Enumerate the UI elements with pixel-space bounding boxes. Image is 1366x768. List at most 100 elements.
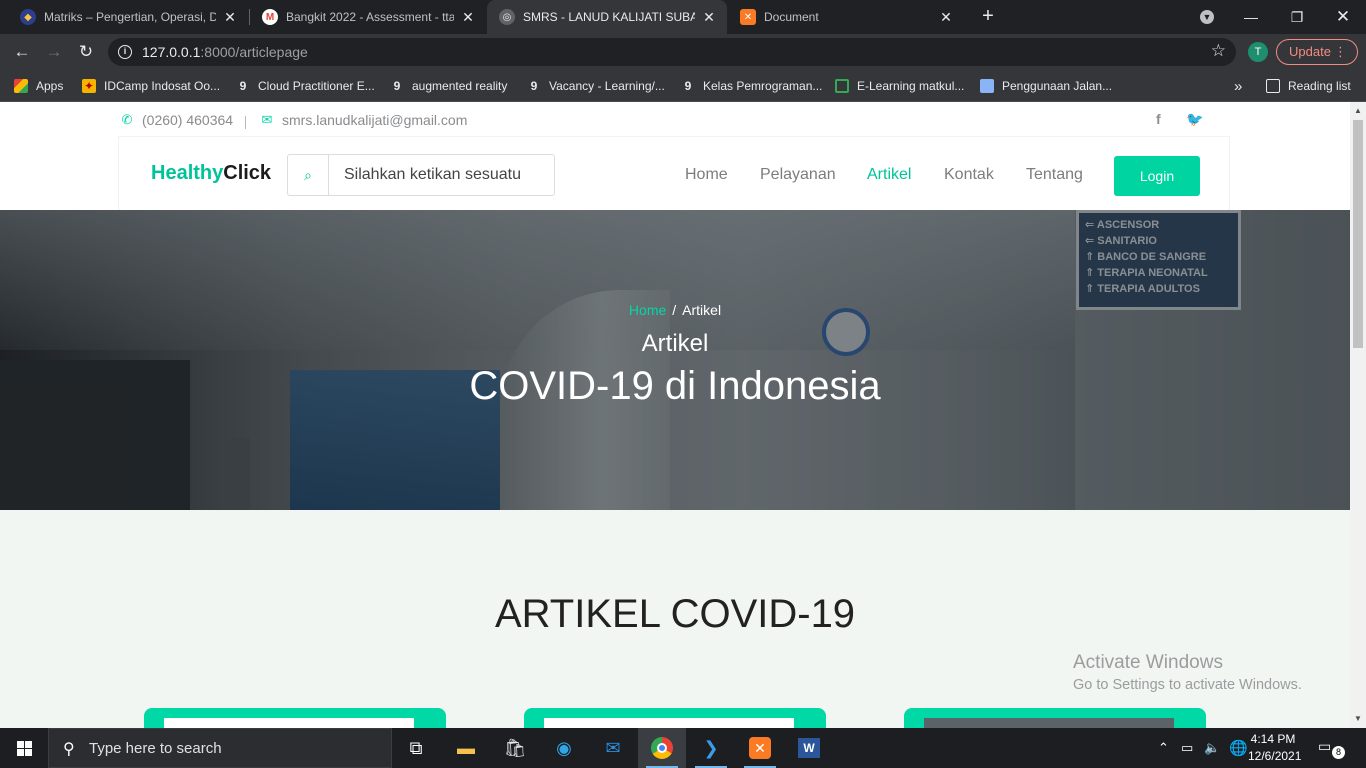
close-tab-icon[interactable]: ✕ bbox=[460, 9, 476, 26]
clock-time: 4:14 PM bbox=[1250, 732, 1296, 746]
task-view-icon[interactable]: ⧉ bbox=[392, 728, 440, 768]
restore-button[interactable]: ❐ bbox=[1274, 0, 1320, 34]
bookmark-label: Vacancy - Learning/... bbox=[549, 79, 665, 93]
close-window-button[interactable]: ✕ bbox=[1320, 0, 1366, 34]
tray-overflow-icon[interactable]: ⌃ bbox=[1158, 728, 1169, 768]
bookmark-label: Penggunaan Jalan... bbox=[1002, 79, 1113, 93]
volume-icon[interactable]: 🔈 bbox=[1204, 728, 1220, 768]
back-arrow-icon[interactable]: ← bbox=[10, 40, 34, 64]
breadcrumb: Home / Artikel bbox=[0, 302, 1350, 318]
page-viewport: ✆ (0260) 460364 ✉ smrs.lanudkalijati@gma… bbox=[0, 102, 1350, 728]
bookmark-kelas[interactable]: 9 Kelas Pemrograman... bbox=[681, 78, 823, 94]
scroll-down-icon[interactable]: ▼ bbox=[1354, 714, 1362, 723]
facebook-icon[interactable]: f bbox=[1156, 111, 1161, 127]
bookmark-ar[interactable]: 9 augmented reality bbox=[390, 78, 508, 94]
file-explorer-icon[interactable]: ▬ bbox=[442, 728, 490, 768]
hero-banner: ⇐ ASCENSOR ⇐ SANITARIO ⇑ BANCO DE SANGRE… bbox=[0, 210, 1350, 510]
email-text: smrs.lanudkalijati@gmail.com bbox=[282, 112, 468, 128]
bookmark-star-icon[interactable]: ☆ bbox=[1211, 41, 1226, 61]
search-icon: ⚲ bbox=[63, 741, 75, 758]
brand-part1: Healthy bbox=[151, 162, 224, 184]
vscode-icon[interactable]: ❯ bbox=[687, 728, 735, 768]
dicoding-icon: 9 bbox=[239, 79, 247, 93]
url-text[interactable]: 127.0.0.1:8000/articlepage bbox=[142, 44, 308, 60]
brand-logo[interactable]: HealthyClick bbox=[151, 162, 271, 185]
edge-icon[interactable]: ◉ bbox=[540, 728, 588, 768]
apps-grid-icon bbox=[14, 79, 28, 93]
chrome-icon[interactable] bbox=[638, 728, 686, 768]
taskbar-search[interactable]: ⚲ Type here to search bbox=[48, 728, 392, 768]
tab-title: Matriks – Pengertian, Operasi, De bbox=[44, 10, 216, 24]
minimize-button[interactable]: ― bbox=[1228, 0, 1274, 34]
article-thumbnail bbox=[164, 718, 414, 728]
reload-icon[interactable]: ↻ bbox=[74, 40, 98, 64]
tab-title: Document bbox=[764, 10, 819, 24]
phone-icon: ✆ bbox=[121, 112, 133, 127]
nav-home[interactable]: Home bbox=[685, 166, 728, 184]
bookmark-idcamp[interactable]: ✦ IDCamp Indosat Oo... bbox=[82, 78, 220, 94]
close-tab-icon[interactable]: ✕ bbox=[222, 9, 238, 26]
start-button[interactable] bbox=[0, 728, 48, 768]
mail-icon[interactable]: ✉ bbox=[589, 728, 637, 768]
word-icon[interactable]: W bbox=[785, 728, 833, 768]
tab-bangkit[interactable]: M Bangkit 2022 - Assessment - ttan ✕ bbox=[250, 0, 486, 34]
more-bookmarks-icon[interactable]: » bbox=[1234, 78, 1242, 95]
windows-logo-icon bbox=[16, 740, 32, 756]
battery-icon[interactable]: ▭ bbox=[1181, 728, 1193, 768]
bookmark-label: Kelas Pemrograman... bbox=[703, 79, 823, 93]
site-info-icon[interactable]: i bbox=[118, 45, 132, 59]
gmail-icon: M bbox=[262, 9, 278, 25]
nav-pelayanan[interactable]: Pelayanan bbox=[760, 166, 836, 184]
tab-document[interactable]: ✕ Document ✕ bbox=[728, 0, 964, 34]
bookmark-vacancy[interactable]: 9 Vacancy - Learning/... bbox=[527, 78, 665, 94]
notification-icon[interactable]: ▭ 8 bbox=[1318, 738, 1346, 759]
xampp-icon: ✕ bbox=[740, 9, 756, 25]
update-button[interactable]: Update ⋮ bbox=[1276, 39, 1358, 65]
login-button[interactable]: Login bbox=[1114, 156, 1200, 196]
article-thumbnail bbox=[544, 718, 794, 728]
nav-artikel[interactable]: Artikel bbox=[867, 166, 911, 184]
article-card[interactable] bbox=[524, 708, 826, 728]
scroll-up-icon[interactable]: ▲ bbox=[1354, 106, 1362, 115]
article-card[interactable] bbox=[904, 708, 1206, 728]
tab-smrs[interactable]: ◎ SMRS - LANUD KALIJATI SUBANG ✕ bbox=[487, 0, 727, 34]
close-tab-icon[interactable]: ✕ bbox=[938, 9, 954, 26]
close-tab-icon[interactable]: ✕ bbox=[701, 9, 717, 26]
nav-tentang[interactable]: Tentang bbox=[1026, 166, 1083, 184]
bookmark-penggunaan[interactable]: Penggunaan Jalan... bbox=[980, 78, 1112, 94]
dicoding-icon: 9 bbox=[393, 79, 401, 93]
new-tab-button[interactable]: + bbox=[978, 6, 998, 26]
search-icon[interactable]: ⌕ bbox=[288, 155, 329, 195]
main-navbar: HealthyClick ⌕ Home Pelayanan Artikel Ko… bbox=[118, 136, 1230, 210]
bookmark-apps[interactable]: Apps bbox=[14, 78, 63, 94]
contact-phone: ✆ (0260) 460364 bbox=[120, 112, 234, 128]
store-icon[interactable]: 🛍 bbox=[491, 728, 539, 768]
section-title: ARTIKEL COVID-19 bbox=[494, 592, 856, 636]
activate-windows-watermark: Activate Windows Go to Settings to activ… bbox=[1073, 652, 1302, 693]
forward-arrow-icon[interactable]: → bbox=[42, 40, 66, 64]
scrollbar-thumb[interactable] bbox=[1353, 120, 1363, 348]
reading-list[interactable]: Reading list bbox=[1266, 78, 1351, 94]
tab-matriks[interactable]: ◆ Matriks – Pengertian, Operasi, De ✕ bbox=[8, 0, 248, 34]
activate-title: Activate Windows bbox=[1073, 652, 1223, 673]
search-input[interactable] bbox=[330, 155, 554, 195]
breadcrumb-home[interactable]: Home bbox=[629, 302, 666, 318]
bookmark-label: Cloud Practitioner E... bbox=[258, 79, 375, 93]
xampp-icon[interactable]: ✕ bbox=[736, 728, 784, 768]
bookmark-label: E-Learning matkul... bbox=[857, 79, 965, 93]
taskbar-clock[interactable]: 4:14 PM 12/6/2021 bbox=[1248, 731, 1301, 765]
bookmark-elearning[interactable]: E-Learning matkul... bbox=[835, 78, 964, 94]
page-scrollbar[interactable]: ▲ ▼ bbox=[1350, 102, 1366, 728]
twitter-icon[interactable]: 🐦 bbox=[1186, 111, 1203, 128]
address-bar[interactable]: i 127.0.0.1:8000/articlepage ☆ bbox=[108, 38, 1236, 66]
bookmark-cloud[interactable]: 9 Cloud Practitioner E... bbox=[236, 78, 375, 94]
nav-kontak[interactable]: Kontak bbox=[944, 166, 994, 184]
tab-search-button[interactable]: ▼ bbox=[1184, 0, 1230, 34]
dicoding-icon: 9 bbox=[684, 79, 692, 93]
search-box: ⌕ bbox=[287, 154, 555, 196]
profile-avatar[interactable]: T bbox=[1248, 42, 1268, 62]
network-globe-icon[interactable]: 🌐 bbox=[1229, 728, 1248, 768]
article-card[interactable] bbox=[144, 708, 446, 728]
tab-title: Bangkit 2022 - Assessment - ttan bbox=[286, 10, 454, 24]
hero-subtitle: Artikel bbox=[641, 330, 709, 357]
